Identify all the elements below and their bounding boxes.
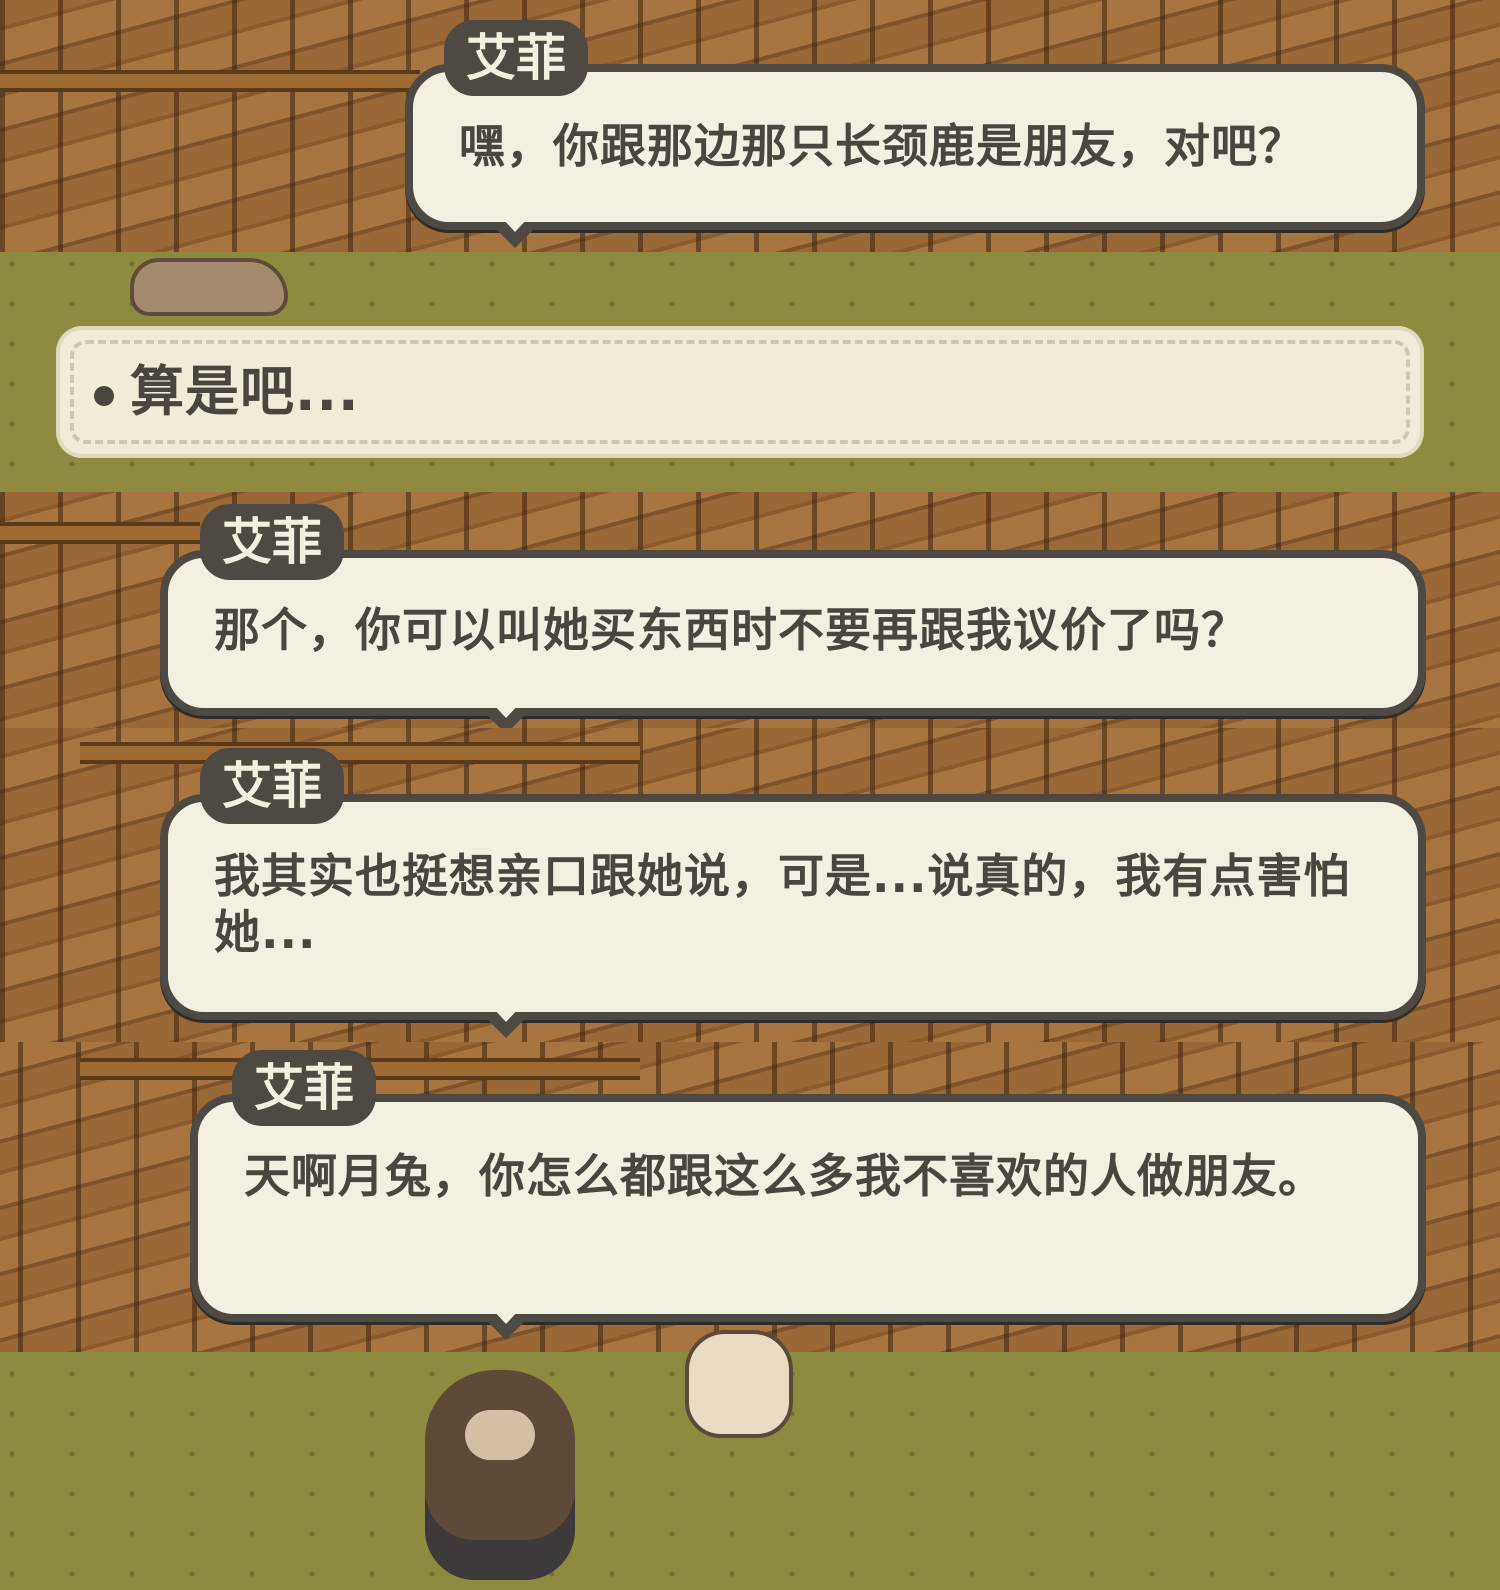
choice-panel: 算是吧... [0,252,1500,492]
dialogue-panel-4: 天啊月兔，你怎么都跟这么多我不喜欢的人做朋友。 艾菲 [0,1042,1500,1590]
speaker-nametag: 艾菲 [232,1050,376,1126]
speaker-nametag: 艾菲 [200,504,344,580]
dialogue-panel-1: 嘿，你跟那边那只长颈鹿是朋友，对吧？ 艾菲 [0,0,1500,252]
bubble-tail [484,704,528,728]
dialogue-panel-2: 那个，你可以叫她买东西时不要再跟我议价了吗？ 艾菲 [0,492,1500,728]
dialogue-text: 嘿，你跟那边那只长颈鹿是朋友，对吧？ [459,119,1305,173]
owl-character [425,1370,575,1580]
bullet-dot-icon [94,386,114,406]
deck-rail [0,522,200,544]
owl-face [465,1410,535,1460]
rock-decoration [130,258,288,316]
bubble-tail [493,218,537,248]
choice-option-text: 算是吧... [130,360,360,423]
bubble-tail [484,1310,528,1340]
dialogue-text: 那个，你可以叫她买东西时不要再跟我议价了吗？ [214,603,1248,657]
dialogue-text: 天啊月兔，你怎么都跟这么多我不喜欢的人做朋友。 [244,1149,1325,1203]
bunny-character [685,1330,793,1438]
speaker-nametag: 艾菲 [200,748,344,824]
deck-rail [80,742,640,764]
dialogue-bubble[interactable]: 我其实也挺想亲口跟她说，可是...说真的，我有点害怕她... [160,794,1426,1038]
dialogue-text: 我其实也挺想亲口跟她说，可是...说真的，我有点害怕她... [214,849,1351,959]
deck-rail [0,70,420,92]
dialogue-bubble[interactable]: 那个，你可以叫她买东西时不要再跟我议价了吗？ [160,550,1426,728]
bubble-tail [484,1008,528,1038]
speaker-nametag: 艾菲 [444,20,588,96]
dialogue-panel-3: 我其实也挺想亲口跟她说，可是...说真的，我有点害怕她... 艾菲 [0,728,1500,1042]
dialogue-bubble[interactable]: 天啊月兔，你怎么都跟这么多我不喜欢的人做朋友。 [190,1094,1426,1340]
choice-option-button[interactable]: 算是吧... [60,330,1420,454]
